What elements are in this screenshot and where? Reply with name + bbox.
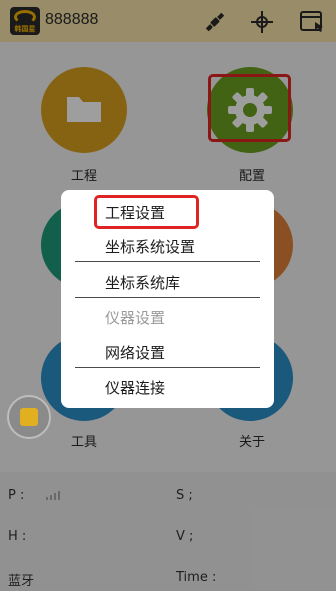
menu-item-coordinate-system-library[interactable]: 坐标系统库 (105, 272, 180, 293)
project-settings-highlight (94, 195, 199, 229)
menu-divider (75, 261, 260, 262)
floating-action-button[interactable] (7, 395, 51, 439)
menu-item-instrument-settings: 仪器设置 (105, 309, 166, 327)
menu-item-instrument-connection[interactable]: 仪器连接 (105, 377, 165, 398)
menu-item-network-settings[interactable]: 网络设置 (105, 342, 165, 363)
menu-divider (75, 367, 260, 368)
config-popup-menu: 工程设置 坐标系统设置 坐标系统库 仪器设置 网络设置 仪器连接 (61, 190, 274, 408)
book-icon (20, 408, 38, 426)
menu-item-coordinate-system-settings[interactable]: 坐标系统设置 (105, 236, 195, 257)
menu-divider (75, 297, 260, 298)
